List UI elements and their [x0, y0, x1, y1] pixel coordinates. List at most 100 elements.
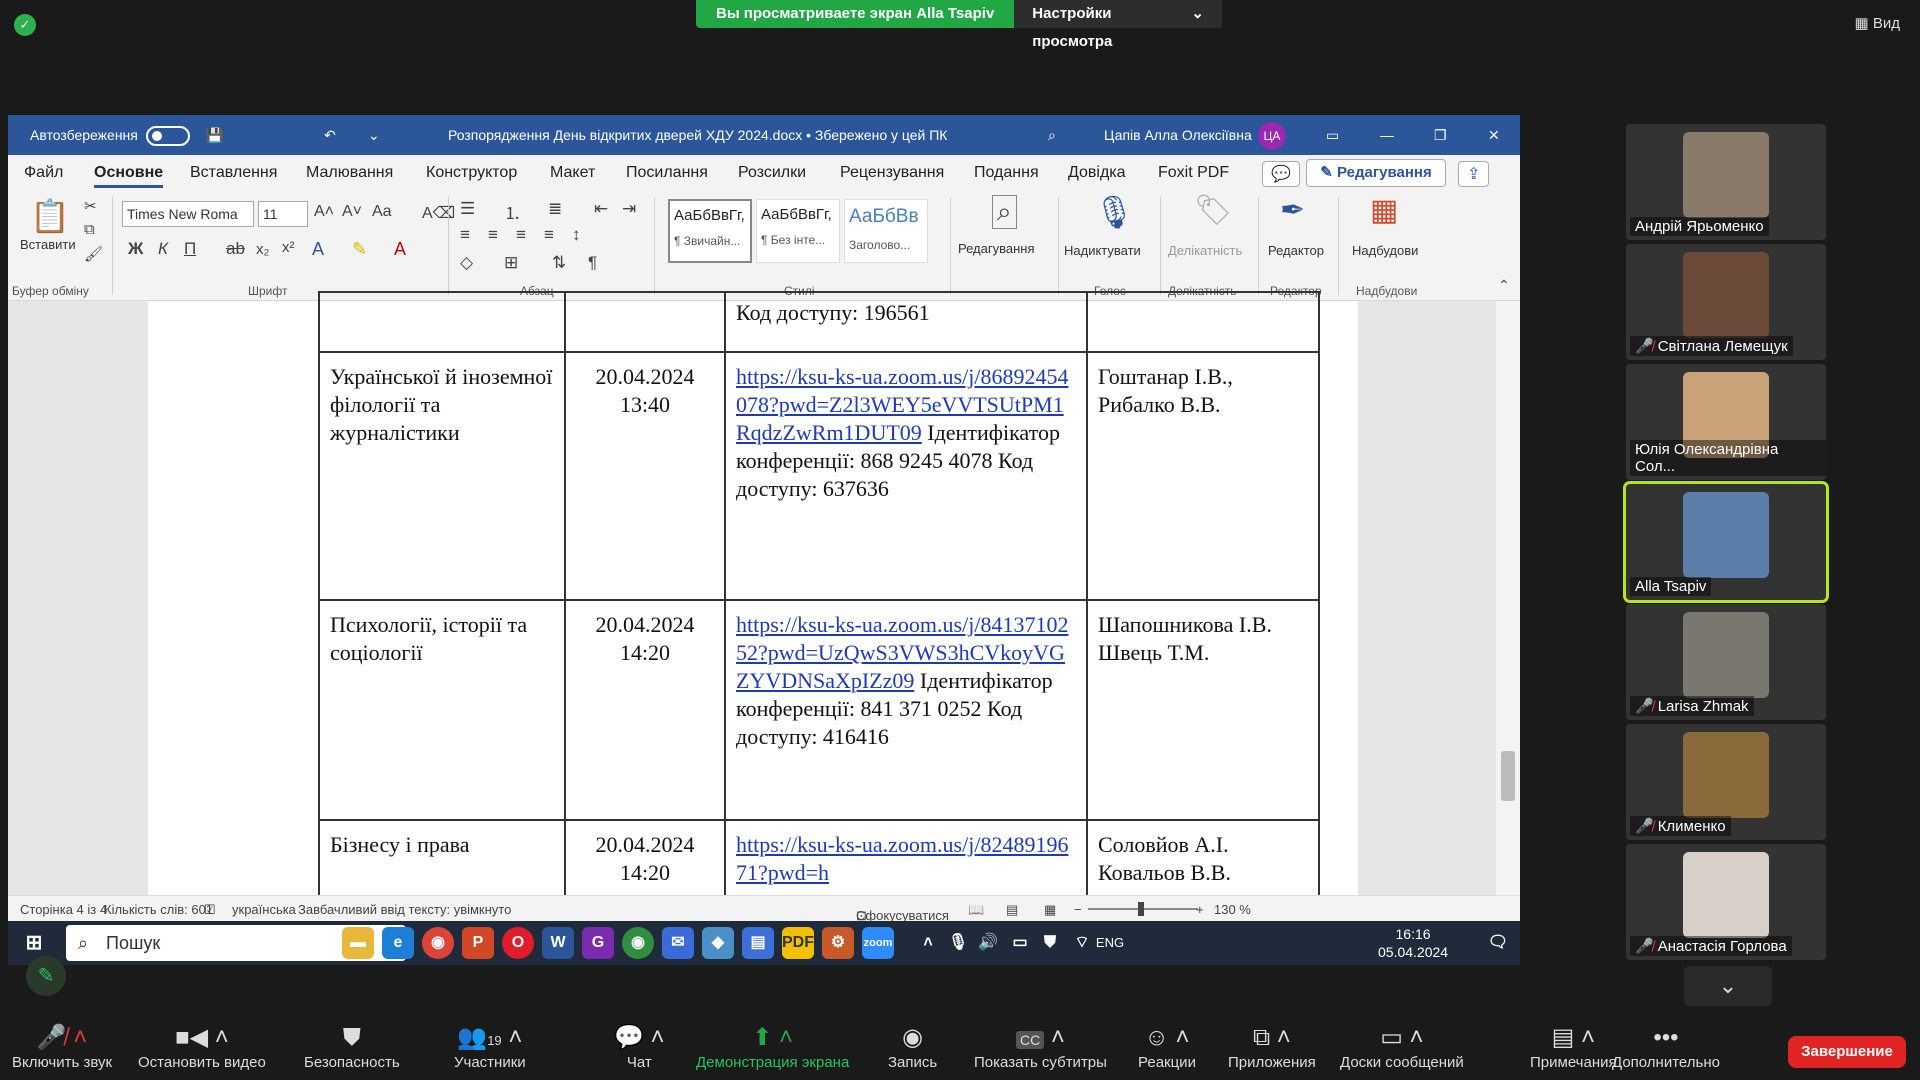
style-no-spacing[interactable]: АаБбВвГг, ¶ Без інте...: [756, 199, 840, 263]
tab-foxit-pdf[interactable]: Foxit PDF: [1158, 164, 1229, 182]
defender-icon[interactable]: ⛊: [1034, 927, 1066, 959]
notes-app-icon[interactable]: ▤: [742, 927, 774, 959]
clear-format-icon[interactable]: A⌫: [422, 203, 455, 223]
change-case-icon[interactable]: Aa: [372, 203, 392, 221]
sort-icon[interactable]: ⇅: [552, 253, 566, 273]
volume-icon[interactable]: 🔊: [972, 927, 1004, 959]
copy-icon[interactable]: ⧉: [84, 221, 95, 238]
zoom-level[interactable]: 130 %: [1214, 902, 1251, 917]
end-meeting-button[interactable]: Завершение: [1788, 1036, 1906, 1068]
search-icon[interactable]: ⌕: [1048, 127, 1056, 144]
record-button[interactable]: ◉ Запись: [888, 1022, 937, 1071]
input-language[interactable]: ENG: [1094, 927, 1126, 959]
zoom-in-icon[interactable]: +: [1196, 902, 1204, 917]
cut-icon[interactable]: ✂: [84, 197, 97, 215]
autosave-toggle[interactable]: [146, 126, 190, 146]
italic-icon[interactable]: К: [158, 239, 168, 259]
tab-mailings[interactable]: Розсилки: [738, 164, 806, 182]
edge-icon[interactable]: e: [382, 927, 414, 959]
borders-icon[interactable]: ⊞: [504, 253, 518, 273]
view-button[interactable]: ▦ Вид: [1855, 14, 1900, 32]
shrink-font-icon[interactable]: A˅: [342, 203, 362, 221]
font-color-icon[interactable]: A: [394, 239, 406, 260]
bold-icon[interactable]: Ж: [128, 239, 143, 259]
participant-tile-active-speaker[interactable]: Alla Tsapiv: [1623, 481, 1829, 603]
align-left-icon[interactable]: ≡: [460, 225, 470, 245]
participant-tile[interactable]: 🎤̸ Клименко: [1626, 724, 1826, 840]
ribbon-display-icon[interactable]: ▭: [1326, 127, 1339, 144]
language-status[interactable]: українська: [232, 902, 296, 917]
align-center-icon[interactable]: ≡: [488, 225, 498, 245]
app-icon-g[interactable]: G: [582, 927, 614, 959]
word-icon[interactable]: W: [542, 927, 574, 959]
subscript-icon[interactable]: x₂: [256, 241, 269, 258]
collapse-ribbon-icon[interactable]: ⌃: [1498, 277, 1510, 294]
font-size-select[interactable]: 11: [258, 201, 308, 227]
more-button[interactable]: ••• Дополнительно: [1612, 1022, 1720, 1071]
scrollbar-thumb[interactable]: [1501, 751, 1515, 801]
zoom-app-icon[interactable]: zoom: [862, 927, 894, 959]
comments-icon[interactable]: 💬: [1262, 161, 1300, 187]
editor-button[interactable]: Редактор: [1268, 243, 1324, 258]
underline-icon[interactable]: П: [184, 239, 196, 259]
find-icon[interactable]: ⌕: [992, 195, 1017, 229]
bullets-icon[interactable]: ☰: [460, 199, 475, 219]
powerpoint-icon[interactable]: P: [462, 927, 494, 959]
opera-icon[interactable]: O: [502, 927, 534, 959]
highlight-icon[interactable]: ✎: [352, 239, 367, 260]
tab-review[interactable]: Рецензування: [840, 164, 944, 182]
microphone-icon[interactable]: 🎙: [1094, 193, 1135, 231]
chat-button[interactable]: 💬 ˄ Чат: [614, 1022, 665, 1071]
chrome-icon[interactable]: ◉: [422, 927, 454, 959]
participant-tile[interactable]: Андрій Ярьоменко: [1626, 124, 1826, 240]
document-title[interactable]: Розпорядження День відкритих дверей ХДУ …: [448, 127, 947, 143]
justify-icon[interactable]: ≡: [544, 225, 554, 245]
word-count[interactable]: Кількість слів: 601: [104, 902, 213, 917]
captions-button[interactable]: CC ˄ Показать субтитры: [974, 1022, 1107, 1071]
security-button[interactable]: ⛊ Безопасность: [304, 1022, 400, 1071]
format-painter-icon[interactable]: 🖌: [84, 245, 103, 263]
notes-button[interactable]: ▤ ˄ Примечания: [1530, 1022, 1617, 1071]
tab-view[interactable]: Подання: [974, 164, 1039, 182]
grow-font-icon[interactable]: A˄: [314, 203, 334, 221]
editor-icon[interactable]: ✒: [1280, 193, 1305, 228]
style-normal[interactable]: АаБбВвГг, ¶ Звичайн...: [668, 199, 752, 263]
mail-icon[interactable]: ✉: [662, 927, 694, 959]
read-mode-icon[interactable]: 📖: [968, 902, 984, 918]
annotate-pen-icon[interactable]: ✎: [26, 956, 66, 996]
apps-button[interactable]: ⧉ ˄ Приложения: [1228, 1022, 1316, 1071]
reactions-button[interactable]: ☺ ˄ Реакции: [1138, 1022, 1196, 1071]
clock[interactable]: 16:16 05.04.2024: [1378, 925, 1448, 961]
print-layout-icon[interactable]: ▤: [1006, 902, 1018, 918]
scroll-participants-down-button[interactable]: ⌄: [1684, 966, 1772, 1006]
tab-draw[interactable]: Малювання: [306, 164, 393, 182]
text-effects-icon[interactable]: A: [312, 239, 324, 260]
participants-button[interactable]: 👥19 ˄ Участники: [454, 1022, 526, 1071]
paste-button[interactable]: Вставити: [20, 237, 76, 252]
save-icon[interactable]: 💾: [206, 127, 223, 144]
notifications-icon[interactable]: 🗨: [1482, 927, 1514, 959]
tab-insert[interactable]: Вставлення: [190, 164, 277, 182]
share-icon[interactable]: ⇪: [1458, 161, 1490, 187]
maximize-icon[interactable]: ❐: [1434, 127, 1447, 144]
strikethrough-icon[interactable]: ab: [226, 239, 245, 259]
store-icon[interactable]: ◆: [702, 927, 734, 959]
align-right-icon[interactable]: ≡: [516, 225, 526, 245]
close-icon[interactable]: ✕: [1488, 127, 1500, 144]
settings-app-icon[interactable]: ⚙: [822, 927, 854, 959]
tab-references[interactable]: Посилання: [626, 164, 708, 182]
windows-start-icon[interactable]: ⊞: [18, 927, 50, 959]
tab-help[interactable]: Довідка: [1068, 164, 1126, 182]
predictive-text-status[interactable]: Завбачливий ввід тексту: увімкнуто: [298, 902, 511, 917]
tab-layout[interactable]: Макет: [550, 164, 595, 182]
view-options-dropdown[interactable]: Настройки просмотра ⌄: [1014, 0, 1222, 50]
editing-button[interactable]: Редагування: [958, 241, 1035, 256]
page-counter[interactable]: Сторінка 4 із 4: [20, 902, 107, 917]
zoom-out-icon[interactable]: −: [1074, 902, 1082, 917]
unmute-button[interactable]: 🎤̸ ˄ Включить звук: [12, 1022, 112, 1071]
chrome-profile-icon[interactable]: ◉: [622, 927, 654, 959]
minimize-icon[interactable]: —: [1380, 127, 1394, 143]
editing-mode-button[interactable]: ✎ Редагування: [1306, 159, 1446, 187]
participant-tile[interactable]: 🎤̸ Світлана Лемещук: [1626, 244, 1826, 360]
participant-tile[interactable]: Юлія Олександрівна Сол...: [1626, 364, 1826, 480]
